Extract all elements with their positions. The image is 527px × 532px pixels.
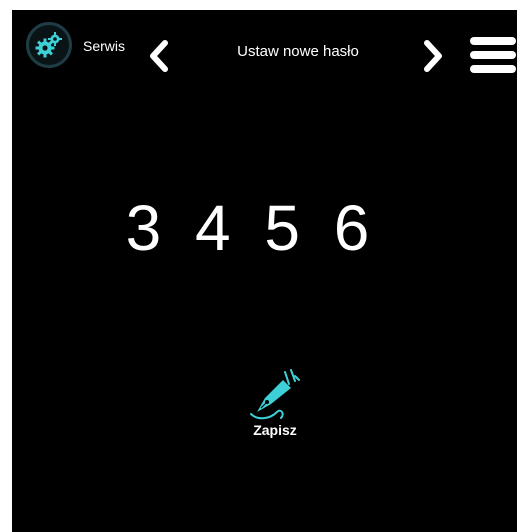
- app-screen: Serwis Ustaw nowe hasło Zapisz: [12, 10, 517, 532]
- service-label: Serwis: [83, 38, 126, 54]
- previous-button[interactable]: [146, 38, 172, 74]
- screen-title: Ustaw nowe hasło: [237, 43, 359, 60]
- service-button[interactable]: [26, 22, 72, 68]
- fountain-pen-icon: [250, 369, 300, 420]
- menu-button[interactable]: [470, 37, 516, 73]
- pin-display: 3 4 5 6: [125, 192, 378, 264]
- save-button[interactable]: Zapisz: [237, 368, 307, 442]
- chevron-left-icon: [150, 40, 168, 72]
- gears-icon: [35, 32, 62, 58]
- next-button[interactable]: [420, 38, 446, 74]
- chevron-right-icon: [424, 40, 442, 72]
- save-label: Zapisz: [253, 422, 297, 438]
